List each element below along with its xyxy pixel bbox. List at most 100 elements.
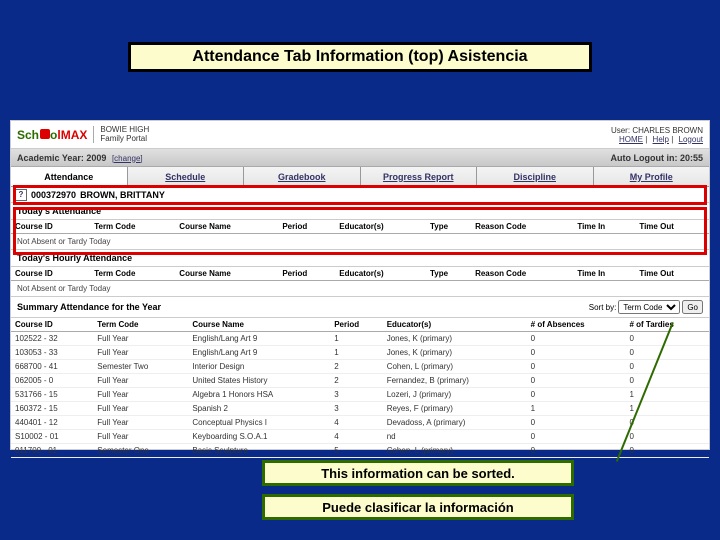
cell-course: 440401 - 12 (11, 416, 93, 430)
th-course-name: Course Name (175, 267, 278, 281)
help-link[interactable]: Help (653, 135, 669, 144)
cell-name: Interior Design (188, 360, 330, 374)
th-term-code: Term Code (90, 220, 175, 234)
logo: ScholMAX (17, 128, 87, 142)
user-row: User: CHARLES BROWN (611, 126, 703, 135)
student-name: BROWN, BRITTANY (80, 190, 165, 200)
logout-link[interactable]: Logout (679, 135, 703, 144)
th-time-in: Time In (573, 267, 635, 281)
year-right: Auto Logout in: 20:55 (610, 153, 703, 163)
hourly-title-text: Today's Hourly Attendance (17, 253, 132, 263)
section-today-title: Today's Attendance (11, 203, 709, 220)
cell-course: 160372 - 15 (11, 402, 93, 416)
callout-2: Puede clasificar la información (262, 494, 574, 520)
cell-period: 2 (330, 360, 382, 374)
th-term-code: Term Code (93, 318, 188, 332)
hourly-header-row: Course ID Term Code Course Name Period E… (11, 267, 709, 281)
tab-my-profile[interactable]: My Profile (594, 167, 710, 186)
cell-term: Full Year (93, 430, 188, 444)
th-educators: Educator(s) (335, 220, 426, 234)
cell-abs: 0 (527, 346, 626, 360)
table-row: 160372 - 15Full YearSpanish 23Reyes, F (… (11, 402, 709, 416)
portal-name: Family Portal (100, 135, 149, 144)
school-block: BOWIE HIGH Family Portal (93, 126, 149, 144)
cell-term: Full Year (93, 388, 188, 402)
cell-period: 3 (330, 402, 382, 416)
callout-1: This information can be sorted. (262, 460, 574, 486)
student-id: 000372970 (31, 190, 76, 200)
help-icon[interactable]: ? (15, 189, 27, 201)
section-hourly-title: Today's Hourly Attendance (11, 250, 709, 267)
cell-period: 1 (330, 346, 382, 360)
cell-period: 4 (330, 430, 382, 444)
summary-table: Course ID Term Code Course Name Period E… (11, 318, 709, 458)
th-reason-code: Reason Code (471, 220, 573, 234)
cell-name: United States History (188, 374, 330, 388)
cell-name: Conceptual Physics I (188, 416, 330, 430)
change-year-link[interactable]: [change] (112, 154, 143, 163)
hourly-empty: Not Absent or Tardy Today (11, 281, 709, 297)
th-course-name: Course Name (188, 318, 330, 332)
academic-year-value: 2009 (86, 153, 106, 163)
cell-abs: 0 (527, 374, 626, 388)
th-term-code: Term Code (90, 267, 175, 281)
cell-name: Spanish 2 (188, 402, 330, 416)
cell-course: 103053 - 33 (11, 346, 93, 360)
table-row: 011700 - 01Semester OneBasic Sculpture5C… (11, 444, 709, 458)
cell-abs: 0 (527, 444, 626, 458)
tab-progress-report[interactable]: Progress Report (361, 167, 478, 186)
cell-course: 011700 - 01 (11, 444, 93, 458)
tab-discipline[interactable]: Discipline (477, 167, 594, 186)
cell-abs: 0 (527, 416, 626, 430)
cell-course: 102522 - 32 (11, 332, 93, 346)
cell-edu: Reyes, F (primary) (383, 402, 527, 416)
callout-1-text: This information can be sorted. (321, 466, 515, 481)
cell-abs: 1 (527, 402, 626, 416)
cell-term: Semester Two (93, 360, 188, 374)
cell-term: Full Year (93, 332, 188, 346)
cell-edu: Jones, K (primary) (383, 332, 527, 346)
topbar-right: User: CHARLES BROWN HOME | Help | Logout (611, 126, 703, 144)
sortby-label: Sort by: (589, 303, 617, 312)
cell-edu: Fernandez, B (primary) (383, 374, 527, 388)
th-educators: Educator(s) (335, 267, 426, 281)
cell-course: 531766 - 15 (11, 388, 93, 402)
th-course-name: Course Name (175, 220, 278, 234)
cell-period: 4 (330, 416, 382, 430)
sortby-select[interactable]: Term Code (618, 300, 680, 314)
sortby-group: Sort by: Term Code Go (589, 300, 703, 314)
today-title-text: Today's Attendance (17, 206, 101, 216)
student-row: ? 000372970 BROWN, BRITTANY (11, 187, 709, 203)
cell-tardy: 0 (625, 430, 709, 444)
table-row: 062005 - 0Full YearUnited States History… (11, 374, 709, 388)
today-table: Course ID Term Code Course Name Period E… (11, 220, 709, 234)
cell-abs: 0 (527, 430, 626, 444)
table-row: 440401 - 12Full YearConceptual Physics I… (11, 416, 709, 430)
th-type: Type (426, 267, 471, 281)
section-summary-title: Summary Attendance for the Year Sort by:… (11, 297, 709, 318)
cell-term: Full Year (93, 416, 188, 430)
cell-name: English/Lang Art 9 (188, 346, 330, 360)
tab-schedule[interactable]: Schedule (128, 167, 245, 186)
tab-attendance[interactable]: Attendance (11, 167, 128, 186)
cell-tardy: 0 (625, 346, 709, 360)
cell-period: 5 (330, 444, 382, 458)
th-time-in: Time In (573, 220, 635, 234)
go-button[interactable]: Go (682, 300, 703, 314)
cell-tardy: 1 (625, 388, 709, 402)
home-link[interactable]: HOME (619, 135, 643, 144)
tab-gradebook[interactable]: Gradebook (244, 167, 361, 186)
cell-name: English/Lang Art 9 (188, 332, 330, 346)
th-tardies: # of Tardies (625, 318, 709, 332)
cell-tardy: 0 (625, 444, 709, 458)
summary-header-row: Course ID Term Code Course Name Period E… (11, 318, 709, 332)
th-reason-code: Reason Code (471, 267, 573, 281)
today-empty: Not Absent or Tardy Today (11, 234, 709, 250)
th-period: Period (278, 220, 335, 234)
th-time-out: Time Out (635, 267, 709, 281)
table-row: S10002 - 01Full YearKeyboarding S.O.A.14… (11, 430, 709, 444)
cell-edu: nd (383, 430, 527, 444)
th-type: Type (426, 220, 471, 234)
th-educators: Educator(s) (383, 318, 527, 332)
cell-course: 062005 - 0 (11, 374, 93, 388)
